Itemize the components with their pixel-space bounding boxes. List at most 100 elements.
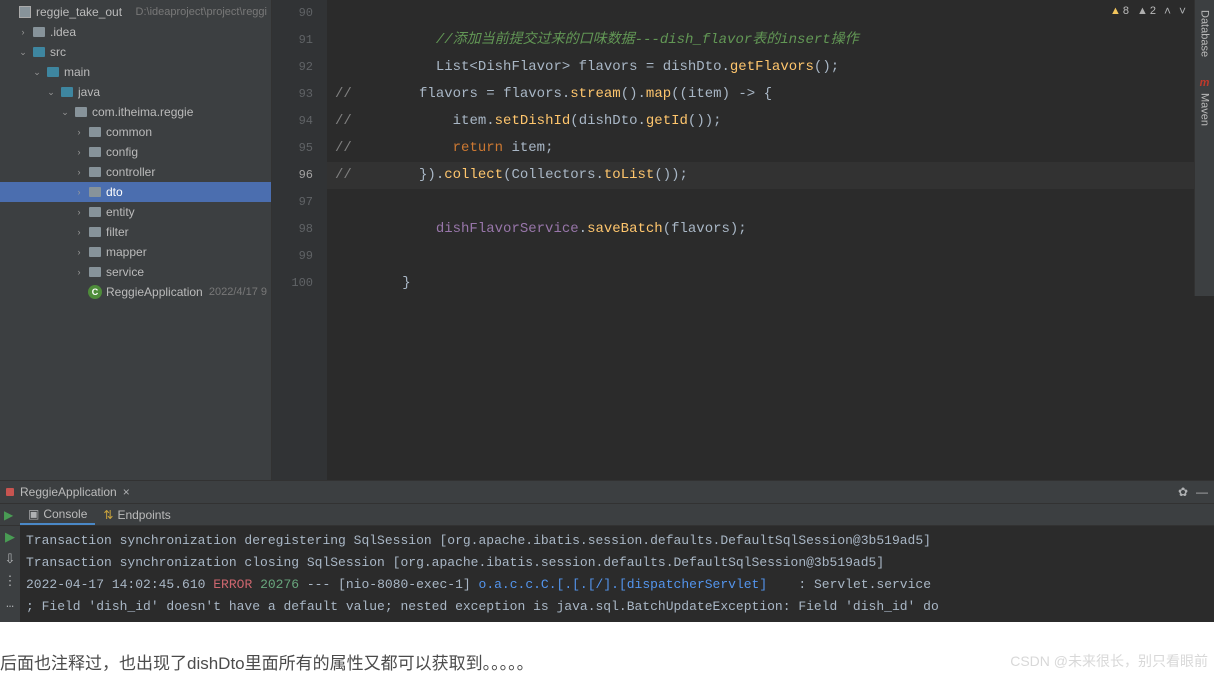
- line-gutter: 90919293949596979899100: [272, 0, 327, 480]
- stop-icon[interactable]: [6, 488, 14, 496]
- tree-arrow-icon[interactable]: ›: [74, 187, 84, 197]
- console-line: 2022-04-17 14:02:45.610 ERROR 20276 --- …: [26, 574, 1208, 596]
- maven-tool-tab[interactable]: mMaven: [1197, 67, 1213, 136]
- next-highlight-icon[interactable]: ˅: [1179, 4, 1186, 18]
- tree-label: src: [50, 45, 267, 59]
- tree-item-config[interactable]: › config: [0, 142, 271, 162]
- tree-item-controller[interactable]: › controller: [0, 162, 271, 182]
- tree-label: filter: [106, 225, 267, 239]
- code-line[interactable]: // item.setDishId(dishDto.getId());: [327, 108, 1214, 135]
- code-line[interactable]: // return item;: [327, 135, 1214, 162]
- minimize-icon[interactable]: —: [1196, 485, 1208, 499]
- tree-item-filter[interactable]: › filter: [0, 222, 271, 242]
- line-number[interactable]: 97: [272, 189, 313, 216]
- pkg-icon: [87, 244, 103, 260]
- tree-arrow-icon[interactable]: ›: [74, 147, 84, 157]
- tree-item-entity[interactable]: › entity: [0, 202, 271, 222]
- tab-endpoints[interactable]: ⇅Endpoints: [95, 504, 178, 525]
- tree-item-reggie-take-out[interactable]: reggie_take_outD:\ideaproject\project\re…: [0, 2, 271, 22]
- line-number[interactable]: 96: [272, 162, 313, 189]
- code-line[interactable]: // flavors = flavors.stream().map((item)…: [327, 81, 1214, 108]
- warning-icon: ▲: [1110, 5, 1121, 17]
- gear-icon[interactable]: ✿: [1178, 485, 1188, 499]
- console-output[interactable]: Transaction synchronization deregisterin…: [20, 526, 1214, 622]
- pkg-icon: [87, 124, 103, 140]
- editor[interactable]: 90919293949596979899100 //添加当前提交过来的口味数据-…: [272, 0, 1214, 480]
- pkg-icon: [87, 184, 103, 200]
- code-line[interactable]: dishFlavorService.saveBatch(flavors);: [327, 216, 1214, 243]
- tree-label: entity: [106, 205, 267, 219]
- prev-highlight-icon[interactable]: ˄: [1164, 4, 1171, 18]
- cls-icon: [87, 284, 103, 300]
- scroll-icon[interactable]: ⋮: [0, 570, 20, 592]
- line-number[interactable]: 90: [272, 0, 313, 27]
- tree-label: common: [106, 125, 267, 139]
- src-icon: [31, 44, 47, 60]
- close-icon[interactable]: ×: [123, 485, 130, 499]
- tree-item-common[interactable]: › common: [0, 122, 271, 142]
- code-line[interactable]: //添加当前提交过来的口味数据---dish_flavor表的insert操作: [327, 27, 1214, 54]
- rerun-icon[interactable]: ▶: [4, 508, 16, 522]
- tree-label: com.itheima.reggie: [92, 105, 267, 119]
- tree-item-java[interactable]: ⌄java: [0, 82, 271, 102]
- tree-arrow-icon[interactable]: ›: [74, 207, 84, 217]
- line-number[interactable]: 100: [272, 270, 313, 297]
- console-line: ; Field 'dish_id' doesn't have a default…: [26, 596, 1208, 618]
- line-number[interactable]: 99: [272, 243, 313, 270]
- tree-arrow-icon[interactable]: ⌄: [60, 107, 70, 118]
- tree-item-main[interactable]: ⌄ main: [0, 62, 271, 82]
- line-number[interactable]: 92: [272, 54, 313, 81]
- tree-label: config: [106, 145, 267, 159]
- tree-label: main: [64, 65, 267, 79]
- weak-warning-count: 2: [1150, 5, 1156, 17]
- tree-item-service[interactable]: › service: [0, 262, 271, 282]
- tree-arrow-icon[interactable]: ›: [74, 127, 84, 137]
- console-line: Transaction synchronization closing SqlS…: [26, 552, 1208, 574]
- more-icon[interactable]: …: [0, 592, 20, 614]
- src-icon: [59, 84, 75, 100]
- code-line[interactable]: }: [327, 270, 1214, 297]
- tree-item-mapper[interactable]: ›mapper: [0, 242, 271, 262]
- tree-meta: 2022/4/17 9: [209, 286, 267, 298]
- code-line[interactable]: [327, 189, 1214, 216]
- line-number[interactable]: 91: [272, 27, 313, 54]
- code-line[interactable]: // }).collect(Collectors.toList());: [327, 162, 1214, 189]
- tree-item-reggieapplication[interactable]: ReggieApplication2022/4/17 9: [0, 282, 271, 302]
- tree-arrow-icon[interactable]: ⌄: [32, 67, 42, 78]
- tab-console[interactable]: ▣Console: [20, 504, 95, 525]
- line-number[interactable]: 93: [272, 81, 313, 108]
- pkg-icon: [87, 264, 103, 280]
- tree-arrow-icon[interactable]: ›: [74, 227, 84, 237]
- tree-arrow-icon[interactable]: ⌄: [46, 87, 56, 98]
- line-number[interactable]: 98: [272, 216, 313, 243]
- tree-label: controller: [106, 165, 267, 179]
- code-line[interactable]: [327, 243, 1214, 270]
- tree-item-dto[interactable]: ›dto: [0, 182, 271, 202]
- tree-label: service: [106, 265, 267, 279]
- database-tool-tab[interactable]: Database: [1197, 0, 1213, 67]
- tree-item--idea[interactable]: ›.idea: [0, 22, 271, 42]
- tree-arrow-icon[interactable]: ›: [74, 267, 84, 277]
- article-caption: 后面也注释过，也出现了dishDto里面所有的属性又都可以获取到。。。。。 CS…: [0, 622, 1214, 682]
- line-number[interactable]: 95: [272, 135, 313, 162]
- tree-item-src[interactable]: ⌄ src: [0, 42, 271, 62]
- caption-text: 后面也注释过，也出现了dishDto里面所有的属性又都可以获取到。。。。。: [0, 649, 534, 674]
- warning-count: 8: [1123, 5, 1129, 17]
- code-area[interactable]: //添加当前提交过来的口味数据---dish_flavor表的insert操作 …: [327, 0, 1214, 480]
- tree-arrow-icon[interactable]: ›: [74, 247, 84, 257]
- line-number[interactable]: 94: [272, 108, 313, 135]
- attach-icon[interactable]: ⇩: [0, 548, 20, 570]
- code-line[interactable]: [327, 0, 1214, 27]
- project-tree-panel[interactable]: reggie_take_outD:\ideaproject\project\re…: [0, 0, 272, 480]
- src-icon: [45, 64, 61, 80]
- inspection-widget[interactable]: ▲8 ▲2 ˄ ˅: [1110, 4, 1186, 18]
- pkg-icon: [87, 224, 103, 240]
- tree-item-com-itheima-reggie[interactable]: ⌄ com.itheima.reggie: [0, 102, 271, 122]
- run-icon[interactable]: ▶: [0, 526, 20, 548]
- pkg-icon: [73, 104, 89, 120]
- tree-arrow-icon[interactable]: ›: [74, 167, 84, 177]
- run-tool-window: ReggieApplication × ✿ — ▶ ▣Console ⇅Endp…: [0, 480, 1214, 622]
- code-line[interactable]: List<DishFlavor> flavors = dishDto.getFl…: [327, 54, 1214, 81]
- tree-arrow-icon[interactable]: ⌄: [18, 47, 28, 58]
- tree-arrow-icon[interactable]: ›: [18, 27, 28, 37]
